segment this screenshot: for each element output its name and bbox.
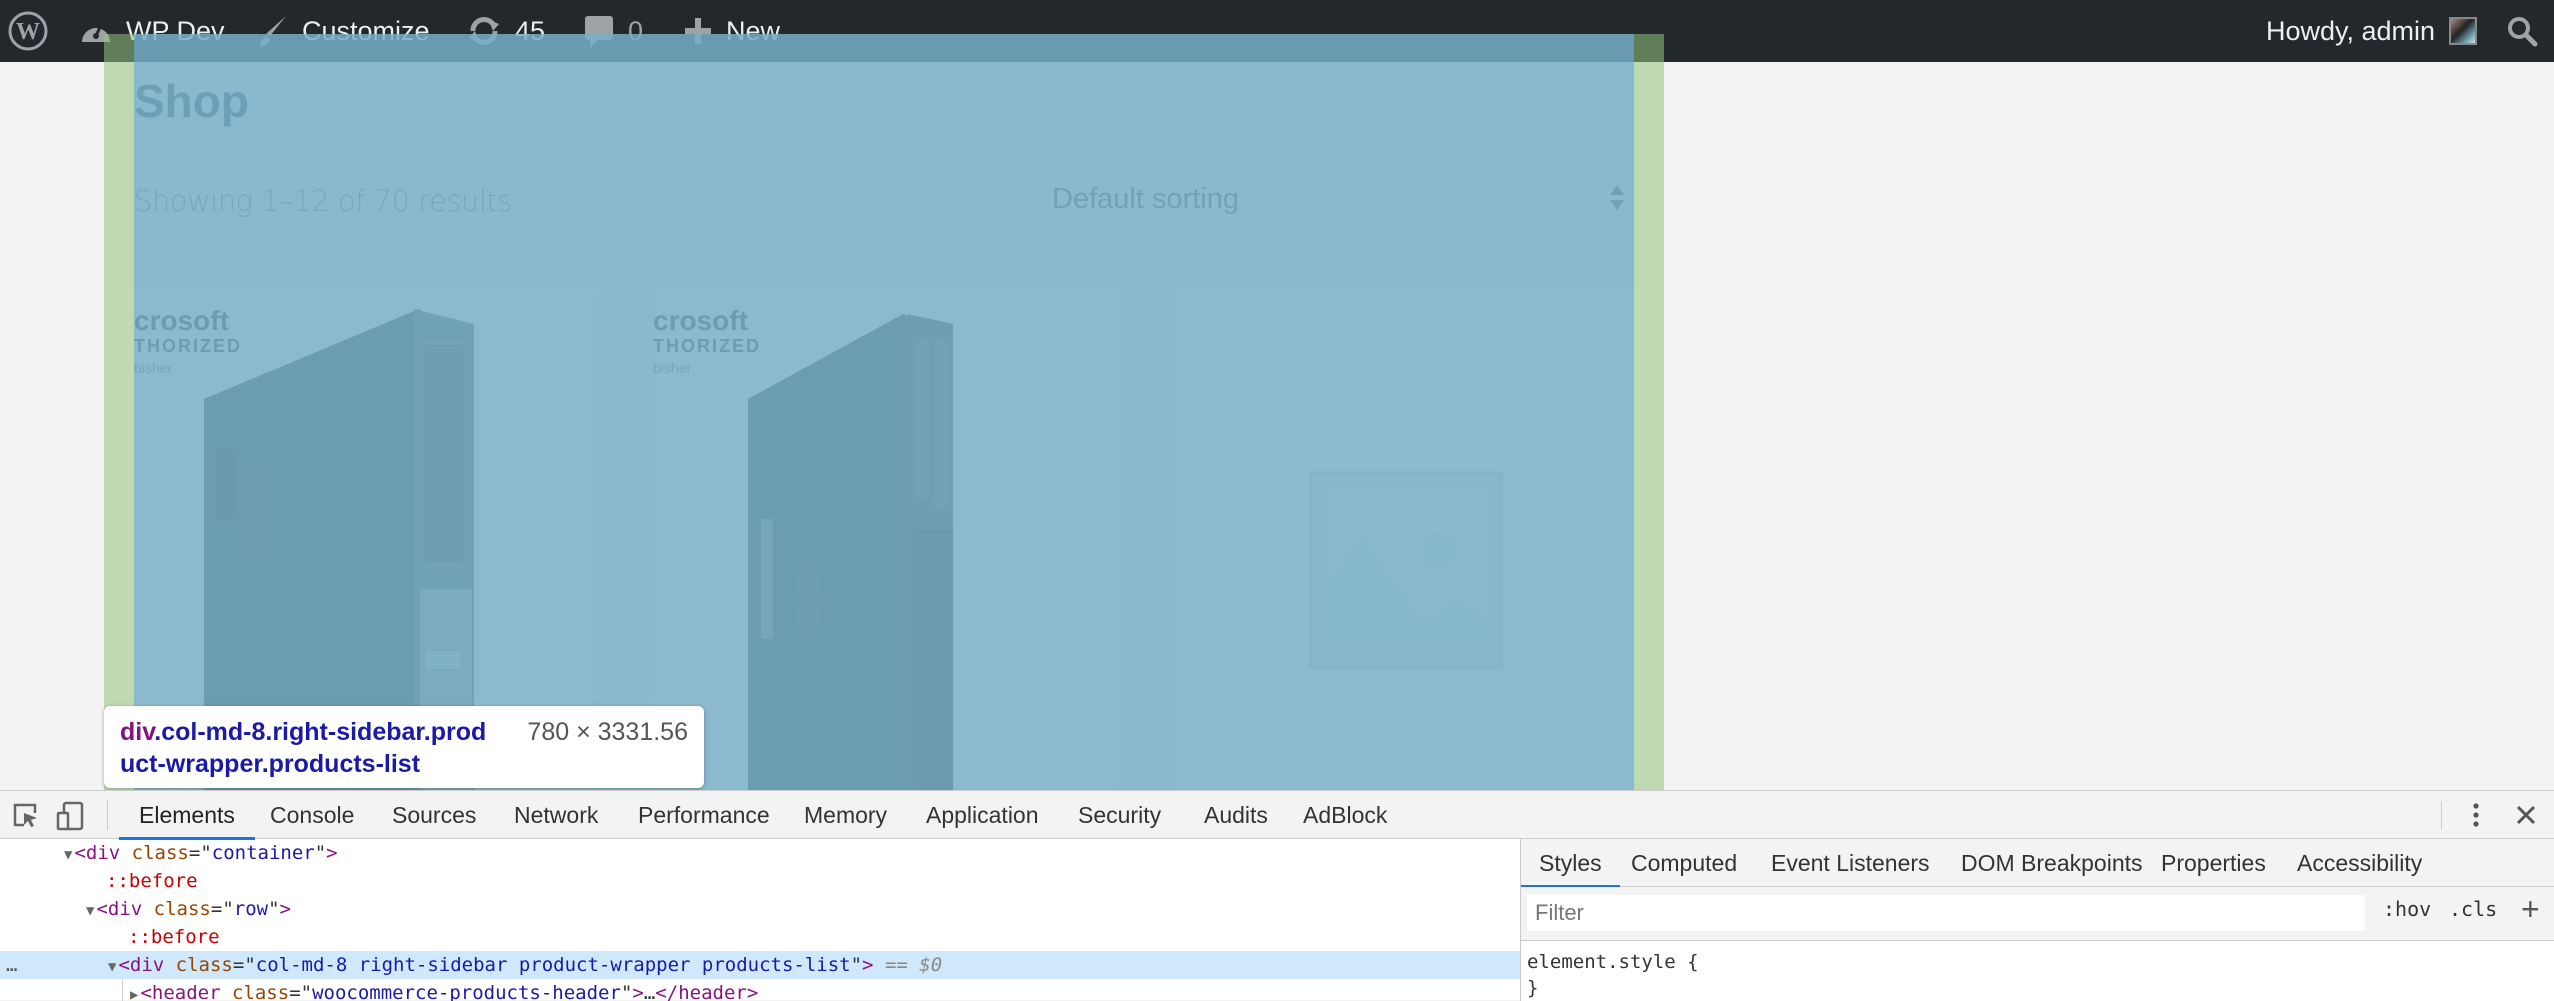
tab-application[interactable]: Application [926,791,1039,839]
pseudo-element: ::before [106,870,198,892]
placeholder-image-icon [1309,471,1503,669]
styles-sidebar-tabs: Styles Computed Event Listeners DOM Brea… [1521,839,2554,888]
rule-selector: element.style { [1527,951,1699,973]
dom-node-before[interactable]: ::before [0,923,1520,951]
product-card[interactable]: crosoft THORIZED bisher [653,289,1113,790]
node-tag: div [85,842,121,864]
dom-node-selected[interactable]: … ▼ <div class="col-md-8 right-sidebar pr… [0,951,1520,979]
node-tag: div [107,898,143,920]
node-attr: class [175,954,233,976]
node-attr: class [131,842,189,864]
selected-node-ref: == $0 [884,954,943,976]
close-devtools-icon[interactable] [2512,801,2540,829]
node-attr-value: col-md-8 right-sidebar product-wrapper p… [255,954,851,976]
devtools-panel: Elements Console Sources Network Perform… [0,790,2554,1001]
collapsed-ellipsis: … [643,982,656,1001]
styles-filter-input[interactable] [1527,895,2365,931]
tab-sources[interactable]: Sources [392,791,476,839]
tab-elements[interactable]: Elements [119,791,255,840]
collapse-triangle-icon[interactable]: ▶ [130,987,138,1001]
sorting-select[interactable]: Default sorting [1036,151,1634,247]
hp-desktop-tower-image [748,314,953,790]
dom-tree: ▼ <div class="container"> ::before ▼ <div … [0,839,1520,1001]
pseudo-element: ::before [128,926,220,948]
sorting-selected-value: Default sorting [1052,182,1239,215]
search-button[interactable] [2506,0,2538,62]
wordpress-logo-icon: W [8,11,48,51]
rule-close: } [1527,977,1539,999]
tab-event-listeners[interactable]: Event Listeners [1771,839,1930,887]
browser-viewport: Shop Showing 1–12 of 70 results Default … [0,0,2554,790]
product-card[interactable] [1173,289,1633,790]
search-icon [2506,15,2538,47]
node-attr: class [153,898,211,920]
tooltip-tag: div [120,718,155,746]
devtools-toolbar: Elements Console Sources Network Perform… [0,791,2554,840]
styles-pane: Styles Computed Event Listeners DOM Brea… [1520,839,2554,1001]
dom-node-header[interactable]: ▶ <header class="woocommerce-products-hea… [0,979,1520,1001]
tab-dom-breakpoints[interactable]: DOM Breakpoints [1961,839,2143,887]
hov-toggle[interactable]: :hov [2383,897,2431,921]
result-count: Showing 1–12 of 70 results [134,184,512,218]
avatar [2449,17,2478,45]
indent-guide [122,979,123,1001]
tab-security[interactable]: Security [1078,791,1161,839]
wp-logo-menu[interactable]: W [8,0,48,62]
dom-node-row[interactable]: ▼ <div class="row"> [0,895,1520,923]
node-attr: class [231,982,290,1001]
node-tag: header [151,982,221,1001]
inspector-tooltip: div.col-md-8.right-sidebar.prod uct-wrap… [104,706,704,788]
tab-audits[interactable]: Audits [1204,791,1268,839]
styles-filter-bar: :hov .cls + [1521,887,2554,941]
expand-triangle-icon[interactable]: ▼ [86,903,94,919]
new-style-rule-icon[interactable]: + [2521,891,2540,928]
expand-triangle-icon[interactable]: ▼ [108,959,116,975]
tab-performance[interactable]: Performance [638,791,770,839]
svg-text:W: W [16,19,40,45]
tab-properties[interactable]: Properties [2161,839,2266,887]
tab-network[interactable]: Network [514,791,598,839]
node-attr-value: container [211,842,315,864]
node-attr-value: woocommerce-products-header [312,982,621,1001]
tab-console[interactable]: Console [270,791,354,839]
select-arrows-icon [1610,185,1624,213]
howdy-label: Howdy, admin [2266,15,2436,46]
more-options-icon[interactable] [2462,801,2490,829]
node-close-tag: header [678,982,747,1001]
tab-styles[interactable]: Styles [1521,839,1620,888]
element-style-rule[interactable]: element.style { } [1527,949,1699,1001]
page-title: Shop [134,75,249,127]
tab-accessibility[interactable]: Accessibility [2297,839,2422,887]
toolbar-divider [107,800,108,830]
tab-computed[interactable]: Computed [1631,839,1737,887]
node-attr-value: row [233,898,269,920]
shop-page: Shop Showing 1–12 of 70 results Default … [0,62,2554,790]
inspect-element-icon[interactable] [12,801,40,829]
my-account-menu[interactable]: Howdy, admin [2266,0,2478,62]
tooltip-dimensions: 780 × 3331.56 [527,718,688,746]
dom-node-before[interactable]: ::before [0,867,1520,895]
toolbar-divider-right [2441,801,2442,829]
tooltip-classes-line-2: uct-wrapper.products-list [120,750,421,778]
node-tag: div [129,954,165,976]
tab-adblock[interactable]: AdBlock [1303,791,1387,839]
dom-node-container[interactable]: ▼ <div class="container"> [0,839,1520,867]
tooltip-classes-line-1: .col-md-8.right-sidebar.prod [154,718,487,746]
node-actions-ellipsis[interactable]: … [6,951,17,979]
device-toolbar-icon[interactable] [56,801,84,831]
cls-toggle[interactable]: .cls [2449,897,2497,921]
tab-memory[interactable]: Memory [804,791,887,839]
inspector-overlay-adminbar-content [134,34,1634,62]
expand-triangle-icon[interactable]: ▼ [64,847,72,863]
